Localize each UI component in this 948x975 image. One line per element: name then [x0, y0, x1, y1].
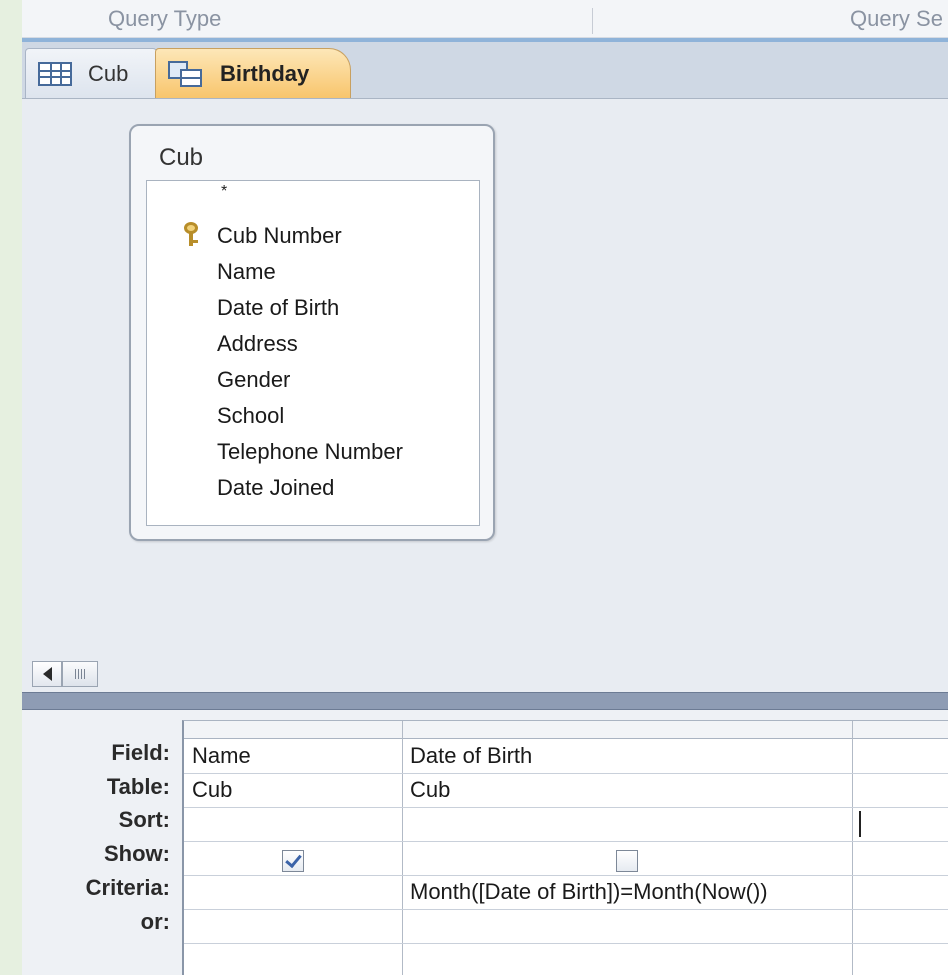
ribbon-divider — [592, 8, 593, 34]
field-list-item-name[interactable]: Name — [147, 257, 479, 291]
row-label-sort: Sort: — [118, 807, 170, 832]
grid-row-divider — [184, 841, 948, 842]
field-list-item-label: Date Joined — [217, 475, 335, 500]
ribbon-group-query-type-label: Query Type — [108, 6, 222, 31]
query-design-area[interactable]: Cub * Cub Number Name Date of Birth Addr… — [22, 100, 948, 658]
grid-cell-criteria-1[interactable] — [184, 875, 402, 909]
grid-cell-field-1[interactable]: Name — [184, 739, 402, 773]
qbe-grid: Name Cub Date of Birth Cub Month([Date o… — [182, 720, 948, 975]
table-field-list-cub[interactable]: Cub * Cub Number Name Date of Birth Addr… — [129, 124, 495, 541]
show-checkbox-2[interactable] — [616, 850, 638, 872]
grid-cell-field-2[interactable]: Date of Birth — [402, 739, 852, 773]
grid-cell-sort-3[interactable] — [852, 807, 948, 841]
row-label-show: Show: — [104, 841, 170, 866]
arrow-left-icon — [42, 667, 52, 681]
tab-birthday[interactable]: Birthday — [155, 48, 351, 98]
column-selector-3[interactable] — [852, 721, 948, 739]
field-list-item-all[interactable]: * — [147, 183, 479, 217]
field-list-item-label: Cub Number — [217, 223, 342, 248]
row-label-criteria: Criteria: — [85, 875, 170, 900]
grid-cell-field-3[interactable] — [852, 739, 948, 773]
grid-cell-table-2[interactable]: Cub — [402, 773, 852, 807]
column-selector-1[interactable] — [184, 721, 402, 739]
query-icon — [168, 60, 204, 87]
show-checkbox-1[interactable] — [282, 850, 304, 872]
field-list-item-label: School — [217, 403, 285, 428]
design-horizontal-scrollbar — [22, 658, 948, 692]
tab-cub-label: Cub — [88, 60, 129, 86]
field-list-item-gender[interactable]: Gender — [147, 365, 479, 399]
field-list-item-label: Address — [217, 331, 298, 356]
table-icon — [38, 61, 72, 86]
grid-cell-or-2[interactable] — [402, 909, 852, 943]
scroll-thumb[interactable] — [62, 661, 98, 687]
scroll-left-button[interactable] — [32, 661, 62, 687]
pane-splitter[interactable] — [22, 692, 948, 710]
grid-cell-table-3[interactable] — [852, 773, 948, 807]
field-list-item-cub-number[interactable]: Cub Number — [147, 221, 479, 255]
ribbon-strip: Query Type Query Se — [22, 0, 948, 38]
tab-birthday-label: Birthday — [220, 60, 310, 86]
document-tab-bar: Cub Birthday — [22, 42, 948, 99]
field-list-item-label: Name — [217, 259, 276, 284]
field-list-item-label: Date of Birth — [217, 295, 340, 320]
row-label-field: Field: — [111, 740, 170, 765]
field-list-item-telephone-number[interactable]: Telephone Number — [147, 437, 479, 471]
grid-cell-criteria-2[interactable]: Month([Date of Birth])=Month(Now()) — [402, 875, 852, 909]
field-list-item-date-joined[interactable]: Date Joined — [147, 473, 479, 507]
ribbon-group-query-setup-label: Query Se — [850, 6, 943, 31]
column-selector-2[interactable] — [402, 721, 852, 739]
text-cursor — [859, 811, 861, 837]
grid-row-divider — [184, 943, 948, 944]
grid-cell-or-1[interactable] — [184, 909, 402, 943]
query-design-grid-area: Field: Table: Sort: Show: Criteria: or: … — [22, 710, 948, 975]
primary-key-icon — [183, 222, 199, 248]
row-label-or: or: — [140, 909, 170, 934]
grid-cell-sort-1[interactable] — [184, 807, 402, 841]
field-list-item-address[interactable]: Address — [147, 329, 479, 363]
field-list-box: * Cub Number Name Date of Birth Address … — [146, 180, 480, 526]
access-window: Query Type Query Se Cub Birthday Cub * C… — [22, 0, 948, 975]
field-list-title[interactable]: Cub — [159, 144, 203, 172]
grid-cell-sort-2[interactable] — [402, 807, 852, 841]
grid-cell-table-1[interactable]: Cub — [184, 773, 402, 807]
field-list-item-date-of-birth[interactable]: Date of Birth — [147, 293, 479, 327]
field-list-item-label: * — [221, 183, 228, 200]
field-list-item-label: Gender — [217, 367, 291, 392]
field-list-item-school[interactable]: School — [147, 401, 479, 435]
tab-cub[interactable]: Cub — [25, 48, 157, 98]
field-list-item-label: Telephone Number — [217, 439, 403, 464]
row-label-table: Table: — [106, 774, 170, 799]
